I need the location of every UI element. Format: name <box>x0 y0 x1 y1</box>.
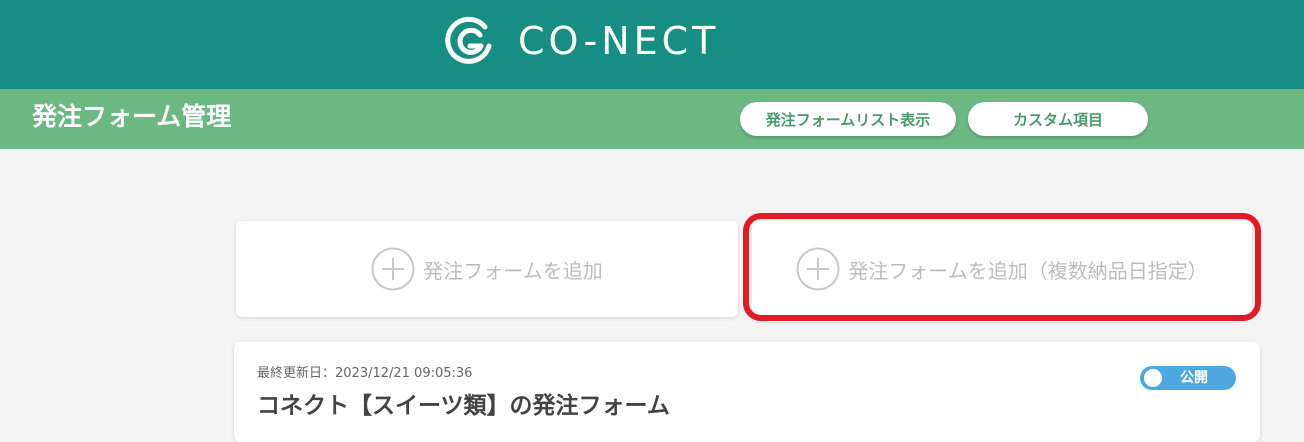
toggle-knob <box>1144 369 1162 387</box>
plus-circle-icon <box>796 247 840 291</box>
brand-logo[interactable]: CO-NECT <box>444 15 719 67</box>
add-order-form-multi-date-label: 発注フォームを追加（複数納品日指定） <box>848 258 1208 283</box>
publish-toggle[interactable]: 公開 <box>1140 366 1236 390</box>
add-order-form-multi-date-button[interactable]: 発注フォームを追加（複数納品日指定） <box>752 221 1252 317</box>
publish-status-label: 公開 <box>1180 370 1208 386</box>
custom-fields-button[interactable]: カスタム項目 <box>968 102 1148 136</box>
order-form-title[interactable]: コネクト【スイーツ類】の発注フォーム <box>257 386 670 420</box>
plus-circle-icon <box>371 247 415 291</box>
add-order-form-label: 発注フォームを追加 <box>423 258 603 283</box>
co-nect-logo-icon <box>445 16 492 64</box>
add-order-form-button[interactable]: 発注フォームを追加 <box>236 221 738 317</box>
page-title: 発注フォーム管理 <box>32 102 232 131</box>
brand-name: CO-NECT <box>518 19 720 63</box>
order-form-card[interactable]: 最終更新日：2023/12/21 09:05:36 コネクト【スイーツ類】の発注… <box>234 342 1260 442</box>
last-updated-text: 最終更新日：2023/12/21 09:05:36 <box>257 366 473 381</box>
top-header-bar: CO-NECT <box>0 0 1304 89</box>
order-form-list-button[interactable]: 発注フォームリスト表示 <box>740 102 956 136</box>
